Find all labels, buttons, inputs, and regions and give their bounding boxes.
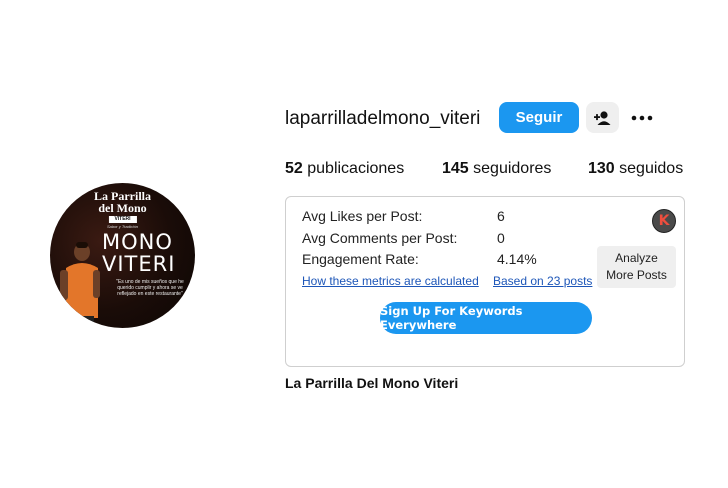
profile-avatar[interactable]: La Parrilla del Mono VITERI Sabor y Trad… <box>50 183 195 328</box>
following-label: seguidos <box>619 160 684 177</box>
followers-count[interactable]: 145 seguidores <box>442 159 551 179</box>
suggested-accounts-button[interactable] <box>586 102 619 133</box>
avg-comments-label: Avg Comments per Post: <box>302 230 458 246</box>
analyze-line1: Analyze <box>615 251 658 265</box>
avatar-subtitle: Sabor y Tradición <box>106 224 139 229</box>
metrics-card: Avg Likes per Post: 6 Avg Comments per P… <box>285 196 685 367</box>
avatar-brand-line2: del Mono <box>98 201 147 215</box>
avatar-tag: VITERI <box>108 216 137 223</box>
engagement-rate-value: 4.14% <box>497 251 537 267</box>
analyze-line2: More Posts <box>606 268 667 282</box>
profile-username: laparrilladelmono_viteri <box>285 108 481 129</box>
metrics-calculation-link[interactable]: How these metrics are calculated <box>302 273 479 289</box>
more-options-icon <box>631 115 653 121</box>
posts-count: 52 publicaciones <box>285 159 404 179</box>
based-on-posts-link[interactable]: Based on 23 posts <box>493 273 592 289</box>
posts-label: publicaciones <box>307 160 405 177</box>
avatar-big-line1: MONO <box>102 230 173 254</box>
avatar-big-line2: VITERI <box>102 252 176 276</box>
engagement-rate-label: Engagement Rate: <box>302 251 419 267</box>
avatar-brand: La Parrilla del Mono <box>50 190 195 214</box>
avatar-person-image <box>60 242 100 328</box>
following-number: 130 <box>588 160 615 177</box>
follow-button[interactable]: Seguir <box>499 102 579 133</box>
followers-number: 145 <box>442 160 469 177</box>
avg-likes-value: 6 <box>497 208 505 224</box>
add-person-icon <box>593 110 610 125</box>
signup-keywords-everywhere-button[interactable]: Sign Up For Keywords Everywhere <box>380 302 592 334</box>
followers-label: seguidores <box>473 160 552 177</box>
analyze-more-posts-button[interactable]: Analyze More Posts <box>597 246 676 288</box>
keywords-everywhere-logo-icon: K <box>652 209 676 233</box>
avatar-big-text: MONO VITERI <box>102 231 175 275</box>
profile-full-name: La Parrilla Del Mono Viteri <box>285 375 459 391</box>
following-count[interactable]: 130 seguidos <box>588 159 683 179</box>
avg-likes-label: Avg Likes per Post: <box>302 208 423 224</box>
posts-number: 52 <box>285 160 303 177</box>
badge-letter: K <box>658 213 670 229</box>
more-options-button[interactable] <box>628 104 656 132</box>
avg-comments-value: 0 <box>497 230 505 246</box>
avatar-quote: "Es uno de mis sueños que he querido cum… <box>116 279 184 297</box>
